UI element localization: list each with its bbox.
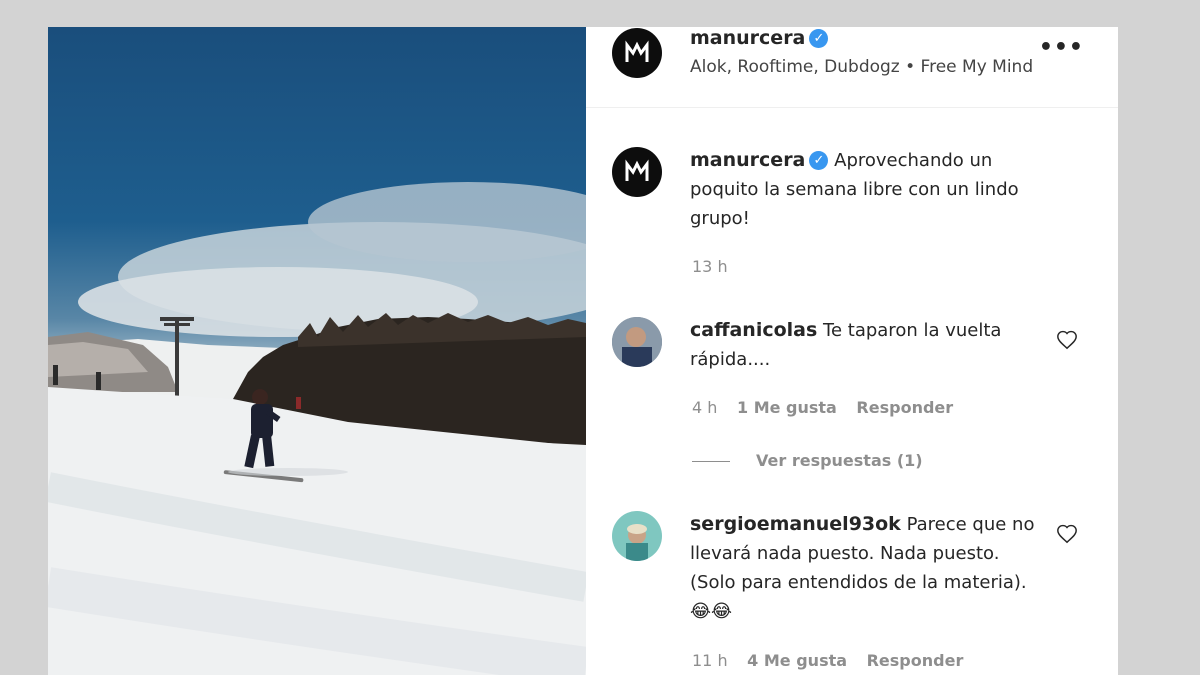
post-video[interactable] [48, 27, 586, 675]
post-side-panel: manurcera ✓ Alok, Rooftime, Dubdogz • Fre… [586, 27, 1118, 675]
commenter-photo [612, 511, 662, 561]
header-username[interactable]: manurcera [690, 27, 805, 49]
audio-label[interactable]: Alok, Rooftime, Dubdogz • Free My Mind [690, 57, 1033, 77]
commenter-avatar[interactable] [612, 511, 662, 561]
heart-icon[interactable] [1056, 523, 1078, 545]
header-author-row: manurcera ✓ [690, 27, 829, 49]
reply-button[interactable]: Responder [856, 398, 953, 417]
comment-time: 11 h [692, 651, 728, 670]
avatar-logo-icon [625, 40, 649, 62]
post-modal: manurcera ✓ Alok, Rooftime, Dubdogz • Fre… [48, 27, 1118, 675]
ski-scene-image [48, 182, 586, 675]
commenter-avatar[interactable] [612, 317, 662, 367]
comment-username[interactable]: sergioemanuel93ok [690, 513, 901, 535]
comment-1-meta: 4 h 1 Me gusta Responder [692, 398, 967, 417]
avatar-logo-icon [625, 159, 649, 181]
comment-2-meta: 11 h 4 Me gusta Responder [692, 651, 977, 670]
comment-1: caffanicolas Te taparon la vuelta rápida… [690, 316, 1040, 374]
verified-badge-icon: ✓ [809, 29, 829, 48]
comment-likes[interactable]: 1 Me gusta [737, 398, 837, 417]
heart-icon[interactable] [1056, 329, 1078, 351]
comment-username[interactable]: caffanicolas [690, 319, 817, 341]
caption-username[interactable]: manurcera [690, 149, 805, 171]
comment-time: 4 h [692, 398, 718, 417]
replies-divider [692, 461, 730, 462]
more-options-icon[interactable]: ••• [1039, 35, 1084, 60]
commenter-photo [612, 317, 662, 367]
reply-button[interactable]: Responder [867, 651, 964, 670]
comment-likes[interactable]: 4 Me gusta [747, 651, 847, 670]
view-replies-label: Ver respuestas (1) [756, 451, 923, 470]
verified-badge-icon: ✓ [809, 151, 829, 170]
caption-avatar[interactable] [612, 147, 662, 197]
caption-text-block: manurcera ✓ Aprovechando un poquito la se… [690, 146, 1060, 233]
post-header: manurcera ✓ Alok, Rooftime, Dubdogz • Fre… [586, 27, 1118, 108]
author-avatar[interactable] [612, 28, 662, 78]
comment-2: sergioemanuel93ok Parece que no llevará … [690, 510, 1040, 626]
caption-time: 13 h [692, 257, 728, 276]
view-replies-button[interactable]: Ver respuestas (1) [692, 451, 923, 470]
